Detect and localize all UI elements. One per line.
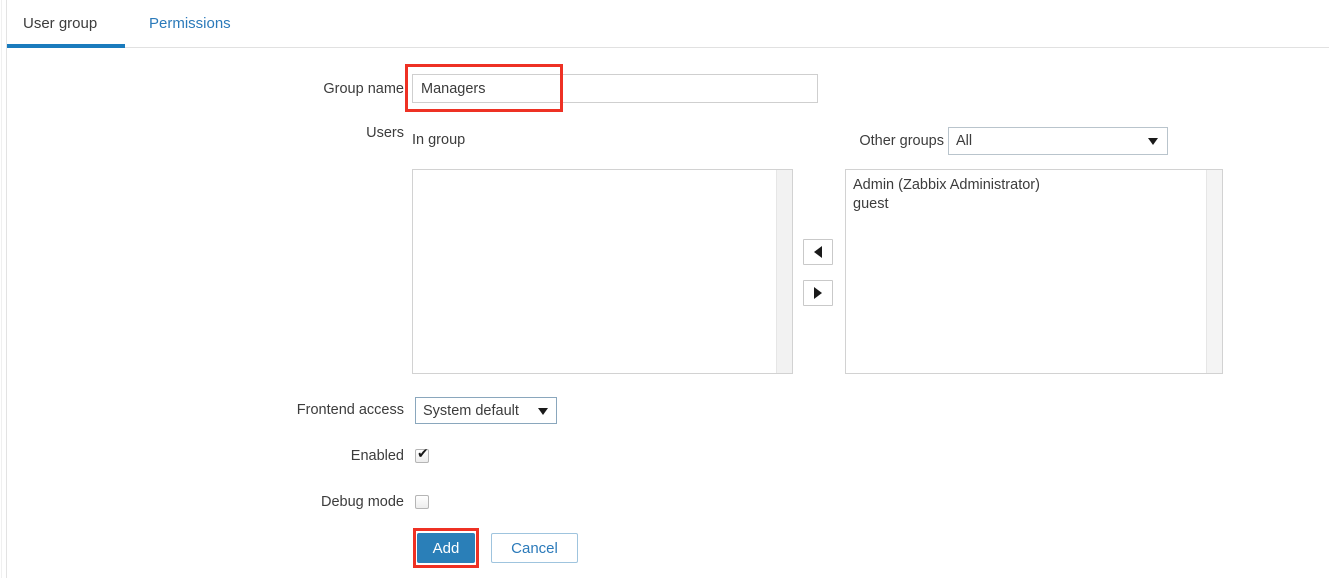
tab-user-group[interactable]: User group [7,0,113,47]
chevron-down-icon [1148,138,1158,145]
in-group-label: In group [412,132,466,148]
users-label: Users [366,125,404,141]
content-left-border [6,0,7,578]
check-icon: ✔ [417,446,429,462]
debug-mode-checkbox[interactable] [415,495,429,509]
page-left-edge-rule [1,0,2,578]
in-group-listbox[interactable] [412,169,793,374]
add-button[interactable]: Add [417,533,475,563]
triangle-left-icon [814,246,822,258]
other-groups-select[interactable]: All [948,127,1168,155]
tab-permissions[interactable]: Permissions [133,0,247,47]
tab-active-indicator [7,44,125,48]
other-groups-listbox[interactable]: Admin (Zabbix Administrator) guest [845,169,1223,374]
in-group-options[interactable] [413,170,777,373]
user-group-form-page: User group Permissions Group name Users … [0,0,1336,578]
list-item[interactable]: Admin (Zabbix Administrator) [853,176,1200,195]
cancel-button-label: Cancel [511,539,558,557]
other-groups-scrollbar[interactable] [1206,170,1222,373]
triangle-right-icon [814,287,822,299]
add-button-label: Add [432,539,460,557]
other-groups-options[interactable]: Admin (Zabbix Administrator) guest [846,170,1207,373]
other-groups-select-value: All [956,133,973,149]
in-group-scrollbar[interactable] [776,170,792,373]
move-to-in-group-button[interactable] [803,239,833,265]
frontend-access-select-value: System default [423,402,519,419]
tab-permissions-label: Permissions [149,15,231,32]
frontend-access-label: Frontend access [296,402,404,418]
debug-mode-label: Debug mode [320,494,404,510]
cancel-button[interactable]: Cancel [491,533,578,563]
chevron-down-icon [538,407,548,415]
group-name-label: Group name [323,81,404,97]
enabled-label: Enabled [350,448,404,464]
tab-user-group-label: User group [23,15,98,32]
group-name-input[interactable] [412,74,818,103]
list-item[interactable]: guest [853,195,1200,214]
tab-bar: User group Permissions [7,0,1329,48]
frontend-access-select[interactable]: System default [415,397,557,424]
other-groups-label: Other groups [859,133,944,149]
enabled-checkbox[interactable]: ✔ [415,446,429,463]
move-to-other-groups-button[interactable] [803,280,833,306]
tab-bar-bottom-border [7,47,1329,48]
